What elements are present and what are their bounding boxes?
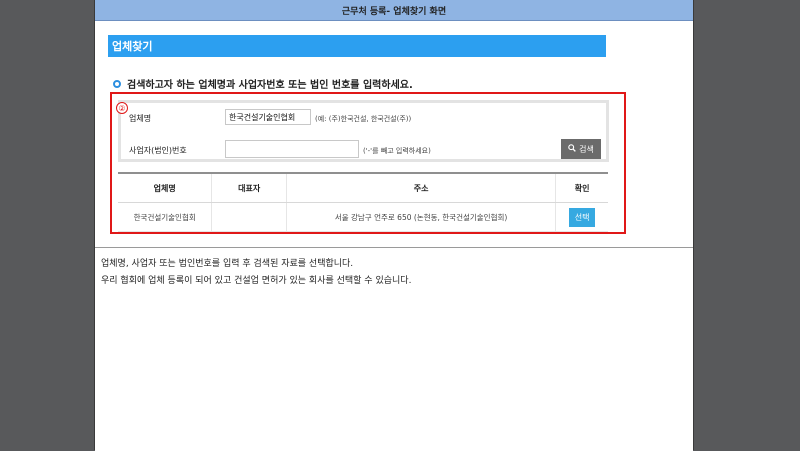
search-button[interactable]: 검색 [561,139,601,159]
dialog-window: 근무처 등록- 업체찾기 화면 업체찾기 검색하고자 하는 업체명과 사업자번호… [94,0,694,451]
select-button[interactable]: 선택 [568,207,596,227]
search-form: 업체명 (예: (주)한국건설, 한국건설(주)) 사업자(법인)번호 ('-'… [118,100,609,162]
bullet-icon [113,79,121,88]
bizno-label: 사업자(법인)번호 [129,146,187,155]
col-address: 주소 [285,172,556,203]
bizno-input[interactable] [225,140,359,158]
table-row: 한국건설기술인협회 서울 강남구 언주로 650 (논현동, 한국건설기술인협회… [118,202,608,232]
section-title: 업체찾기 [108,35,606,57]
highlight-box: 업체명 (예: (주)한국건설, 한국건설(주)) 사업자(법인)번호 ('-'… [110,92,626,234]
company-hint: (예: (주)한국건설, 한국건설(주)) [315,115,412,123]
company-input[interactable] [225,109,311,125]
instruction-text: 검색하고자 하는 업체명과 사업자번호 또는 법인 번호를 입력하세요. [127,80,413,91]
step-marker: ② [116,102,128,114]
table-header-row: 업체명 대표자 주소 확인 [118,172,608,203]
cell-company: 한국건설기술인협회 [118,202,212,232]
col-representative: 대표자 [211,172,287,203]
instruction: 검색하고자 하는 업체명과 사업자번호 또는 법인 번호를 입력하세요. [113,76,413,91]
magnifier-icon [568,144,576,154]
cell-action: 선택 [555,202,608,232]
bizno-hint: ('-'를 빼고 입력하세요) [363,147,431,155]
search-button-label: 검색 [579,144,594,154]
col-company: 업체명 [118,172,212,203]
description-line-2: 우리 협회에 업체 등록이 되어 있고 건설업 면허가 있는 회사를 선택할 수… [101,276,412,286]
cell-representative [211,202,287,232]
description-area: 업체명, 사업자 또는 법인번호를 입력 후 검색된 자료를 선택합니다. 우리… [95,247,693,451]
col-action: 확인 [555,172,608,203]
description-line-1: 업체명, 사업자 또는 법인번호를 입력 후 검색된 자료를 선택합니다. [101,259,354,269]
company-label: 업체명 [129,114,152,123]
results-table: 업체명 대표자 주소 확인 한국건설기술인협회 서울 강남구 언주로 650 (… [118,172,608,232]
cell-address: 서울 강남구 언주로 650 (논현동, 한국건설기술인협회) [285,202,556,232]
window-title: 근무처 등록- 업체찾기 화면 [95,0,693,21]
